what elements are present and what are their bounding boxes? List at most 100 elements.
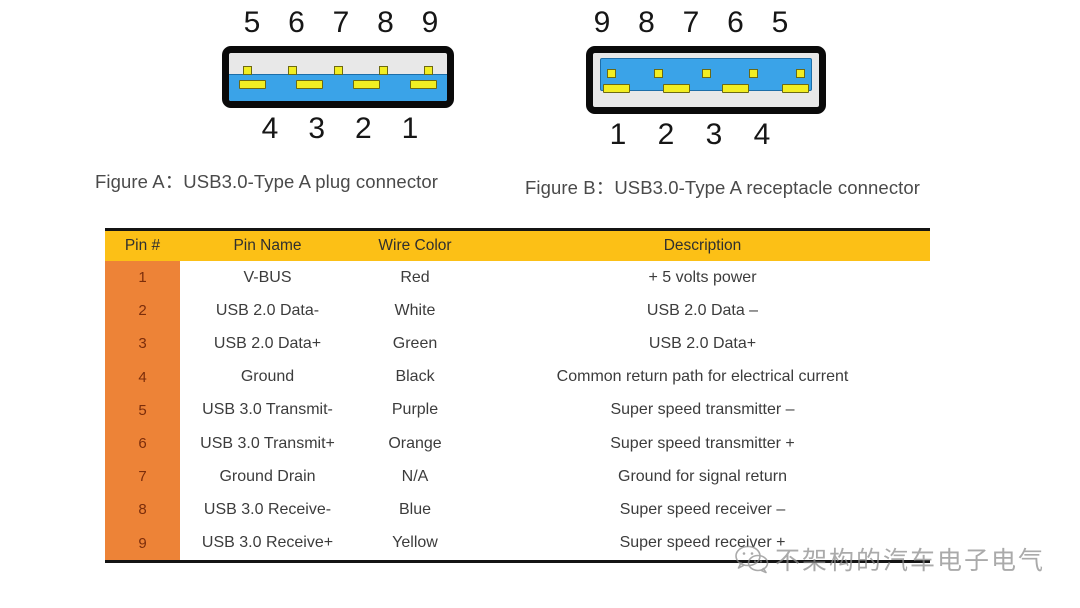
receptacle-usb2-contacts — [603, 84, 809, 93]
cell-description: Super speed transmitter – — [475, 393, 930, 427]
table-header-row: Pin # Pin Name Wire Color Description — [105, 231, 930, 261]
contact-blade-icon — [296, 80, 323, 89]
cell-wire-color: Purple — [355, 393, 475, 427]
cell-pin-number: 5 — [105, 393, 180, 427]
plug-usb2-contacts — [239, 80, 437, 89]
usb-pinout-table: Pin # Pin Name Wire Color Description 1V… — [105, 231, 930, 560]
cell-wire-color: White — [355, 294, 475, 328]
column-header-wire-color: Wire Color — [355, 231, 475, 261]
pin-number: 3 — [308, 112, 325, 145]
plug-usb3-contacts — [243, 66, 433, 75]
pin-number: 8 — [377, 6, 394, 39]
table-row: 9 USB 3.0 Receive+ Yellow Super speed recei… — [105, 526, 930, 560]
cell-description: Super speed receiver – — [475, 493, 930, 527]
pin-number: 7 — [682, 6, 700, 39]
figure-a-plug: 5 6 7 8 9 4 3 2 1 Figure A：USB3.0-Type A… — [95, 0, 570, 194]
figure-b-receptacle: 9 8 7 6 5 1 2 3 4 Figure B：USB3.0-Type A… — [525, 0, 990, 200]
cell-wire-color: N/A — [355, 460, 475, 494]
table-row: 4 Ground Black Common return path for elect… — [105, 360, 930, 394]
pin-number: 2 — [354, 112, 372, 145]
pin-number: 2 — [657, 118, 675, 151]
cell-pin-name: Ground Drain — [180, 460, 355, 494]
contact-pad-icon — [796, 69, 805, 78]
cell-description: USB 2.0 Data – — [475, 294, 930, 328]
cell-pin-name: USB 3.0 Transmit+ — [180, 426, 355, 461]
cell-pin-name: V-BUS — [180, 261, 355, 295]
contact-blade-icon — [239, 80, 266, 89]
cell-pin-name: USB 2.0 Data- — [180, 294, 355, 328]
pin-number: 6 — [288, 6, 305, 39]
contact-pad-icon — [333, 66, 343, 75]
receptacle-usb3-contacts — [607, 69, 805, 78]
figure-a-caption: Figure A：USB3.0-Type A plug connector — [95, 171, 439, 192]
contact-pad-icon — [378, 66, 388, 75]
contact-pad-icon — [607, 69, 616, 78]
table-body: 1 V-BUS Red + 5 volts power 2 USB 2.0 Data- Wh… — [105, 261, 930, 560]
pin-number: 9 — [421, 6, 439, 39]
contact-pad-icon — [288, 66, 298, 75]
cell-pin-number: 4 — [105, 360, 180, 394]
cell-wire-color: Red — [355, 261, 475, 295]
contact-pad-icon — [748, 69, 758, 78]
pin-number: 3 — [705, 118, 723, 151]
cell-description: Ground for signal return — [475, 460, 930, 494]
table-row: 1 V-BUS Red + 5 volts power — [105, 261, 930, 295]
column-header-pin: Pin # — [105, 231, 180, 261]
pin-number: 9 — [593, 6, 611, 39]
cell-pin-number: 2 — [105, 294, 180, 328]
contact-pad-icon — [654, 69, 664, 78]
table-row: 8 USB 3.0 Receive- Blue Super speed receive… — [105, 493, 930, 527]
pin-number: 7 — [332, 6, 350, 39]
usb-plug-connector-graphic — [222, 46, 454, 108]
figure-a-bottom-pin-numbers: 4 3 2 1 — [254, 114, 426, 148]
pin-number: 5 — [771, 6, 789, 39]
pin-number: 8 — [638, 6, 655, 39]
pin-number: 5 — [243, 6, 261, 39]
pin-number: 4 — [753, 118, 771, 151]
contact-blade-icon — [781, 84, 809, 93]
figure-b-caption: Figure B：USB3.0-Type A receptacle connec… — [525, 177, 921, 198]
contact-pad-icon — [424, 66, 433, 75]
cell-pin-number: 1 — [105, 261, 180, 295]
cell-wire-color: Yellow — [355, 526, 475, 560]
cell-wire-color: Blue — [355, 493, 475, 527]
pin-number: 6 — [727, 6, 744, 39]
column-header-description: Description — [475, 231, 930, 261]
cell-pin-number: 3 — [105, 327, 180, 361]
table-row: 2 USB 2.0 Data- White USB 2.0 Data – — [105, 294, 930, 328]
figure-b-bottom-pin-numbers: 1 2 3 4 — [602, 120, 778, 154]
contact-pad-icon — [701, 69, 711, 78]
cell-wire-color: Orange — [355, 426, 475, 461]
pin-number: 1 — [609, 118, 627, 151]
contact-blade-icon — [603, 84, 630, 93]
table-bottom-rule — [105, 559, 930, 563]
usb-receptacle-connector-graphic — [586, 46, 826, 114]
cell-description: USB 2.0 Data+ — [475, 327, 930, 361]
cell-wire-color: Black — [355, 360, 475, 394]
cell-description: Super speed receiver + — [475, 526, 930, 560]
figure-a-top-pin-numbers: 5 6 7 8 9 — [236, 8, 446, 42]
contact-blade-icon — [410, 80, 437, 89]
cell-pin-number: 8 — [105, 493, 180, 527]
cell-pin-name: USB 3.0 Receive+ — [180, 526, 355, 560]
contact-blade-icon — [722, 84, 750, 93]
table-header: Pin # Pin Name Wire Color Description — [105, 231, 930, 261]
contact-blade-icon — [662, 84, 690, 93]
table-row: 7 Ground Drain N/A Ground for signal return — [105, 460, 930, 494]
contact-pad-icon — [243, 66, 252, 75]
cell-pin-name: USB 3.0 Transmit- — [180, 393, 355, 427]
cell-description: + 5 volts power — [475, 261, 930, 295]
table-row: 6 USB 3.0 Transmit+ Orange Super speed tran… — [105, 426, 930, 461]
table-row: 3 USB 2.0 Data+ Green USB 2.0 Data+ — [105, 327, 930, 361]
cell-pin-number: 7 — [105, 460, 180, 494]
pinout-table-wrapper: Pin # Pin Name Wire Color Description 1V… — [105, 228, 930, 563]
cell-pin-name: USB 3.0 Receive- — [180, 493, 355, 527]
cell-pin-number: 9 — [105, 526, 180, 560]
column-header-pin-name: Pin Name — [180, 231, 355, 261]
contact-blade-icon — [353, 80, 380, 89]
cell-pin-number: 6 — [105, 426, 180, 461]
cell-description: Super speed transmitter + — [475, 426, 930, 461]
cell-description: Common return path for electrical curren… — [475, 360, 930, 394]
cell-pin-name: Ground — [180, 360, 355, 394]
figures-section: 5 6 7 8 9 4 3 2 1 Figure A：USB3.0-Type A… — [0, 0, 1080, 215]
